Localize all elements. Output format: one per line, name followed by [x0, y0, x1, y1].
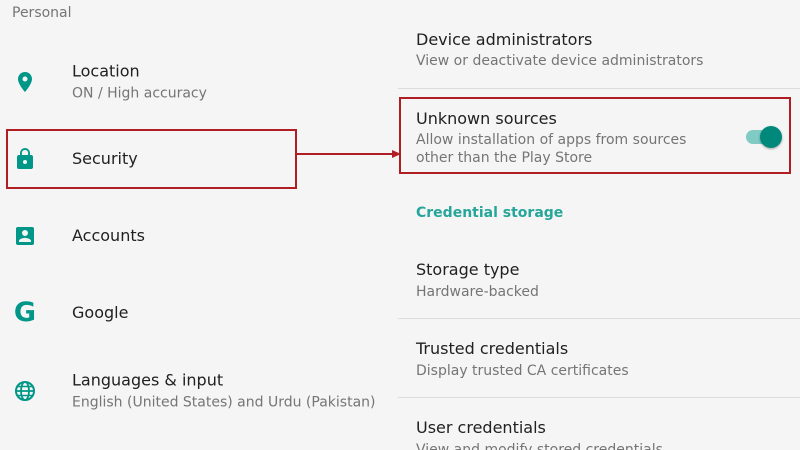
settings-list-panel: Personal Location ON / High accuracy Sec… — [0, 0, 390, 450]
section-header-personal: Personal — [12, 5, 72, 21]
category-credential-storage: Credential storage — [416, 205, 564, 221]
security-detail-panel: Device administrators View or deactivate… — [398, 0, 800, 450]
settings-item-summary: ON / High accuracy — [72, 85, 207, 102]
pref-title: Device administrators — [416, 30, 593, 49]
settings-item-summary: English (United States) and Urdu (Pakist… — [72, 394, 376, 411]
settings-item-title: Location — [72, 61, 140, 81]
pref-title: Trusted credentials — [416, 339, 569, 358]
divider — [398, 88, 800, 89]
settings-item-google[interactable]: G Google — [0, 283, 390, 343]
pref-title: Storage type — [416, 260, 520, 279]
google-icon: G — [13, 297, 37, 328]
pref-summary: Display trusted CA certificates — [416, 363, 629, 379]
pref-summary: View and modify stored credentials — [416, 442, 663, 450]
annotation-arrow-icon — [296, 150, 401, 158]
settings-item-location[interactable]: Location ON / High accuracy — [0, 52, 390, 112]
security-highlight-box — [6, 129, 297, 189]
account-box-icon — [12, 223, 38, 249]
settings-item-title: Google — [72, 303, 129, 322]
settings-item-accounts[interactable]: Accounts — [0, 206, 390, 266]
unknown-sources-highlight-box — [399, 97, 791, 174]
pref-summary: View or deactivate device administrators — [416, 53, 704, 69]
pref-trusted-credentials[interactable]: Trusted credentials Display trusted CA c… — [398, 319, 800, 397]
pref-title: User credentials — [416, 418, 546, 437]
settings-item-title: Languages & input — [72, 370, 224, 390]
pref-storage-type: Storage type Hardware-backed — [398, 240, 800, 318]
pref-summary: Hardware-backed — [416, 284, 539, 300]
pref-user-credentials[interactable]: User credentials View and modify stored … — [398, 398, 800, 450]
settings-item-title: Accounts — [72, 226, 145, 245]
location-pin-icon — [12, 69, 38, 95]
pref-device-administrators[interactable]: Device administrators View or deactivate… — [398, 0, 800, 88]
settings-item-languages[interactable]: Languages & input English (United States… — [0, 361, 390, 421]
globe-icon — [12, 378, 38, 404]
